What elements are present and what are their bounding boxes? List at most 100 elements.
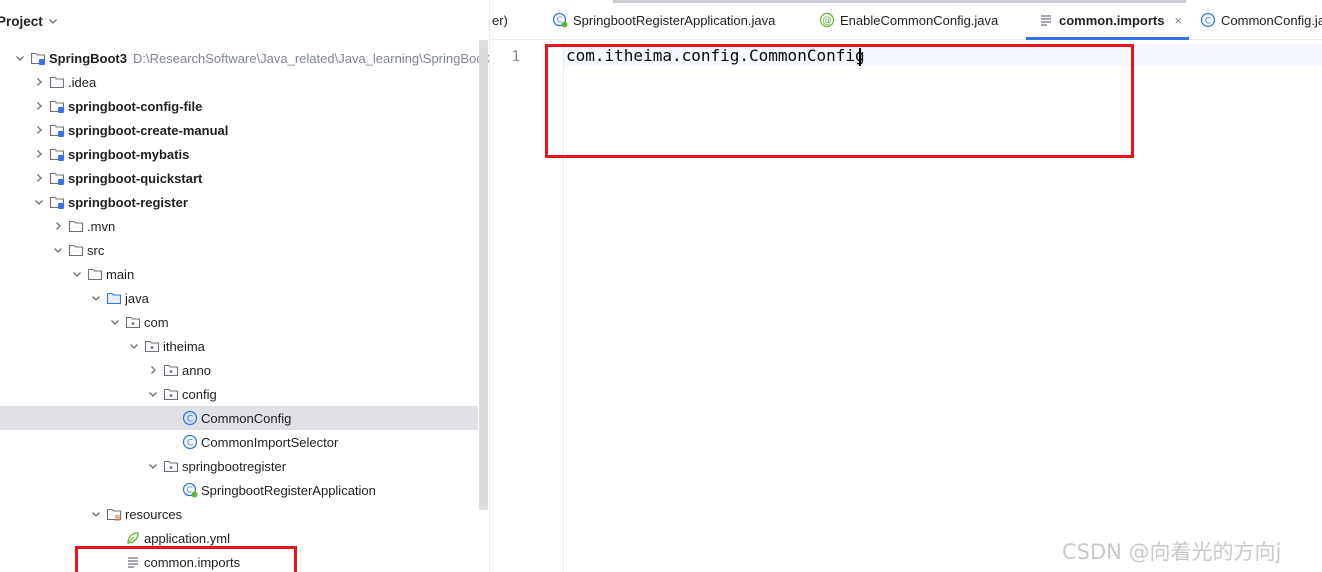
project-tree[interactable]: SpringBoot3 D:\ResearchSoftware\Java_rela… — [0, 46, 489, 572]
chevron-down-icon[interactable] — [12, 50, 28, 66]
tree-item[interactable]: itheima — [0, 334, 478, 358]
tree-item[interactable]: src — [0, 238, 478, 262]
tree-item-label: common.imports — [144, 554, 241, 570]
tab-common-config[interactable]: C CommonConfig.java — [1200, 0, 1322, 40]
tree-item[interactable]: application.yml — [0, 526, 478, 550]
tree-item-label: application.yml — [144, 530, 230, 546]
chevron-down-icon[interactable] — [145, 386, 161, 402]
tab-enable-common-config[interactable]: @ EnableCommonConfig.java — [819, 0, 998, 40]
tree-item-label: springboot-register — [68, 194, 188, 210]
tab-label: EnableCommonConfig.java — [840, 12, 999, 28]
resources-folder-icon — [106, 506, 122, 522]
tree-item[interactable]: springboot-create-manual — [0, 118, 478, 142]
tree-item[interactable]: com — [0, 310, 478, 334]
package-icon — [163, 362, 179, 378]
chevron-down-icon[interactable] — [126, 338, 142, 354]
chevron-down-icon[interactable] — [107, 314, 123, 330]
tab-springboot-register-application[interactable]: C SpringbootRegisterApplication.java — [552, 0, 775, 40]
tree-item-label: springbootregister — [182, 458, 287, 474]
tree-item[interactable]: springboot-mybatis — [0, 142, 478, 166]
text-caret — [858, 47, 861, 66]
svg-text:C: C — [187, 438, 193, 448]
class-icon: C — [1200, 12, 1216, 28]
chevron-down-icon[interactable] — [69, 266, 85, 282]
chevron-down-icon[interactable] — [48, 16, 58, 26]
yaml-icon — [125, 530, 141, 546]
chevron-down-icon[interactable] — [88, 506, 104, 522]
tree-item-label: anno — [182, 362, 211, 378]
folder-icon — [49, 74, 65, 90]
module-folder-icon — [49, 146, 65, 162]
spring-class-icon: C — [552, 12, 568, 28]
tree-item[interactable]: config — [0, 382, 478, 406]
watermark: CSDN @向着光的方向j — [1062, 540, 1282, 564]
tree-item[interactable]: java — [0, 286, 478, 310]
tree-item[interactable]: resources — [0, 502, 478, 526]
chevron-right-icon[interactable] — [31, 74, 47, 90]
tree-item[interactable]: springbootregister — [0, 454, 478, 478]
chevron-right-icon[interactable] — [145, 362, 161, 378]
svg-text:@: @ — [822, 16, 832, 27]
chevron-down-icon[interactable] — [145, 458, 161, 474]
chevron-right-icon[interactable] — [31, 170, 47, 186]
tree-item-label: SpringbootRegisterApplication — [201, 482, 376, 498]
package-icon — [163, 386, 179, 402]
tree-item[interactable]: main — [0, 262, 478, 286]
tab-label: er) — [492, 12, 508, 28]
tree-item-path: D:\ResearchSoftware\Java_related\Java_le… — [133, 50, 490, 66]
tab-truncated[interactable]: er) — [492, 0, 508, 40]
module-folder-icon — [49, 98, 65, 114]
chevron-right-icon[interactable] — [31, 98, 47, 114]
tree-item-label: main — [106, 266, 135, 282]
tree-item[interactable]: C SpringbootRegisterApplication — [0, 478, 478, 502]
tree-item[interactable]: anno — [0, 358, 478, 382]
tree-item-label: CommonConfig — [201, 410, 292, 426]
line-number: 1 — [511, 49, 520, 65]
module-folder-icon — [49, 194, 65, 210]
tree-item[interactable]: C CommonImportSelector — [0, 430, 478, 454]
chevron-down-icon[interactable] — [31, 194, 47, 210]
tree-item-label: SpringBoot3 — [49, 50, 127, 66]
tree-item[interactable]: springboot-quickstart — [0, 166, 478, 190]
module-folder-icon — [49, 122, 65, 138]
tree-item-label: itheima — [163, 338, 205, 354]
close-icon[interactable]: × — [1174, 13, 1182, 28]
chevron-down-icon[interactable] — [88, 290, 104, 306]
editor-gutter[interactable]: 1 — [490, 41, 564, 572]
chevron-right-icon[interactable] — [50, 218, 66, 234]
chevron-down-icon[interactable] — [50, 242, 66, 258]
project-panel-title: Project — [0, 13, 43, 29]
tree-item-label: springboot-mybatis — [68, 146, 190, 162]
tab-label: common.imports — [1059, 12, 1165, 28]
tab-common-imports[interactable]: common.imports × — [1038, 0, 1182, 40]
tree-item-label: com — [144, 314, 169, 330]
svg-text:C: C — [1205, 16, 1211, 26]
code-text[interactable]: com.itheima.config.CommonConfig — [566, 45, 865, 67]
tree-item[interactable]: SpringBoot3 D:\ResearchSoftware\Java_rela… — [0, 46, 489, 70]
tree-item-label: springboot-create-manual — [68, 122, 229, 138]
tab-label: SpringbootRegisterApplication.java — [573, 12, 776, 28]
tree-item-label: java — [125, 290, 149, 306]
spring-class-icon: C — [182, 482, 198, 498]
chevron-right-icon[interactable] — [31, 146, 47, 162]
tree-item[interactable]: .mvn — [0, 214, 478, 238]
tree-item[interactable]: C CommonConfig — [0, 406, 478, 430]
text-file-icon — [125, 554, 141, 570]
tree-item-label: resources — [125, 506, 183, 522]
chevron-right-icon[interactable] — [31, 122, 47, 138]
tree-item[interactable]: springboot-config-file — [0, 94, 478, 118]
tree-item[interactable]: .idea — [0, 70, 478, 94]
tree-item-label: springboot-config-file — [68, 98, 203, 114]
code-line-1[interactable]: com.itheima.config.CommonConfig — [566, 46, 865, 65]
tree-item[interactable]: common.imports — [0, 550, 478, 572]
module-folder-icon — [49, 170, 65, 186]
svg-text:C: C — [557, 16, 563, 25]
project-tree-scrollbar[interactable] — [479, 40, 488, 510]
package-icon — [125, 314, 141, 330]
tree-item[interactable]: springboot-register — [0, 190, 478, 214]
project-panel-header[interactable]: Project — [0, 11, 58, 31]
